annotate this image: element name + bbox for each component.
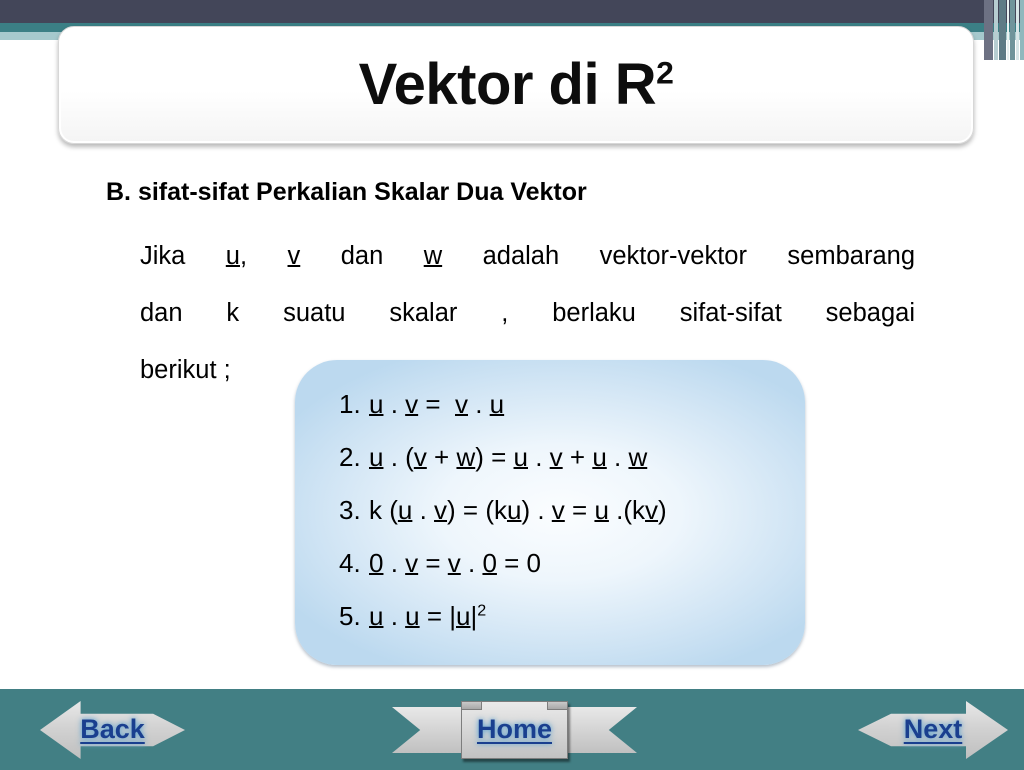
list-item-body: u . v = v . u [369,389,505,419]
back-button-label: Back [80,714,145,744]
back-button[interactable]: Back [40,689,185,770]
properties-box: 1. u . v = v . u 2. u . (v + w) = u . v + … [295,360,805,665]
list-item-number: 5. [339,601,361,631]
list-item: 4. 0 . v = v . 0 = 0 [339,537,805,590]
intro-line-1-part-a: Jika [140,242,226,270]
intro-line-1: Jika u, v dan w adalah vektor-vektor sem… [140,228,915,285]
list-item: 3. k (u . v) = (ku) . v = u .(kv) [339,484,805,537]
corner-stripes-decoration [982,0,1024,60]
list-item: 2. u . (v + w) = u . v + u . w [339,431,805,484]
vector-u-inline-1: u [225,242,240,270]
ribbon-fold-left [460,701,482,710]
slide-title-card: Vektor di R2 [58,26,974,144]
list-item-body: u . (v + w) = u . v + u . w [369,442,648,472]
header-band-dark [0,0,1024,23]
list-item-body: u . u = |u|2 [369,601,487,631]
list-item-number: 4. [339,548,361,578]
list-item: 1. u . v = v . u [339,378,805,431]
home-button-label: Home [476,714,552,744]
list-item-number: 1. [339,389,361,419]
next-button-label: Next [903,714,963,744]
section-heading: B. sifat-sifat Perkalian Skalar Dua Vekt… [106,178,587,206]
list-item-body: 0 . v = v . 0 = 0 [369,548,542,578]
page-title: Vektor di R2 [359,56,674,114]
bottom-navigation-bar: Back Home Next [0,687,1024,770]
page-title-main: Vektor di R [358,52,657,117]
list-item-number: 2. [339,442,361,472]
next-button[interactable]: Next [858,689,1008,770]
list-item-number: 3. [339,495,361,525]
vector-v-inline-1: v [287,242,301,270]
page-title-superscript: 2 [656,54,674,91]
vector-w-inline-1: w [423,242,443,270]
intro-line-1-part-d: adalah vektor-vektor sembarang [442,242,916,270]
home-button[interactable]: Home [392,689,637,770]
intro-line-2: dan k suatu skalar , berlaku sifat-sifat… [140,299,915,327]
list-item: 5. u . u = |u|2 [339,590,805,643]
intro-line-1-part-c: dan [300,242,424,270]
list-item-body: k (u . v) = (ku) . v = u .(kv) [369,495,667,525]
ribbon-fold-right [547,701,569,710]
intro-line-1-part-b: , [239,242,288,270]
properties-list: 1. u . v = v . u 2. u . (v + w) = u . v + … [295,360,805,643]
